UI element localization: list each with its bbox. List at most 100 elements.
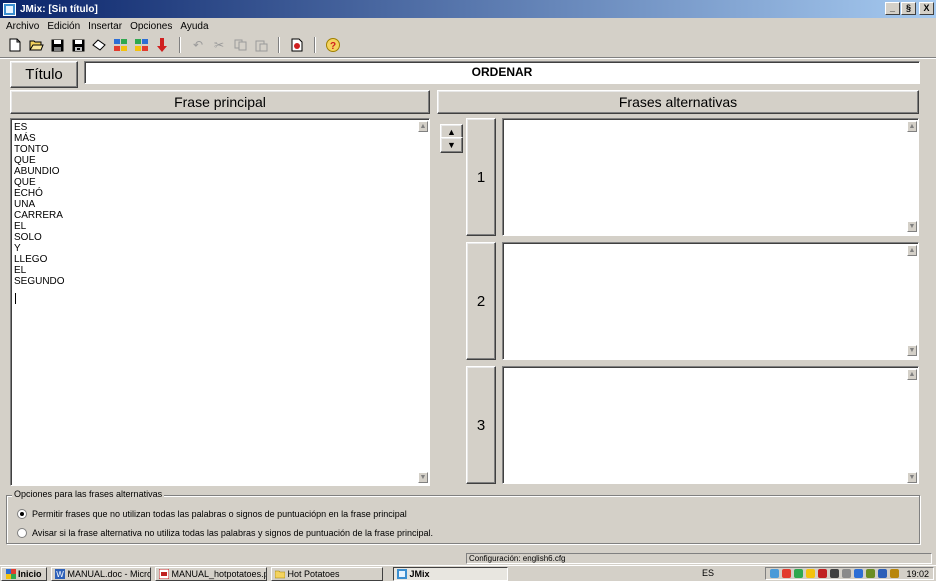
main-sentence-line: ECHÓ (14, 188, 43, 199)
toolbar: ↶ ✂ ? (0, 34, 936, 56)
toolbar-divider (0, 57, 936, 59)
main-sentence-line: QUE (14, 155, 36, 166)
taskbar-item-word[interactable]: W MANUAL.doc - Microsoft ... (50, 566, 151, 581)
drag-drop-icon[interactable] (153, 36, 171, 54)
main-sentence-header: Frase principal (10, 90, 430, 114)
taskbar-item-label: JMix (409, 568, 430, 579)
main-sentence-line: MÁS (14, 133, 36, 144)
monitor-icon[interactable] (878, 569, 888, 578)
close-button[interactable]: X (919, 2, 934, 15)
undo-icon[interactable]: ↶ (189, 36, 207, 54)
main-sentence-line: ES (14, 122, 28, 133)
bluetooth-icon[interactable] (854, 569, 864, 578)
taskbar-item-jmix[interactable]: JMix (392, 566, 508, 581)
messenger-icon[interactable] (806, 569, 816, 578)
svg-text:W: W (56, 570, 64, 579)
scroll-up-arrow[interactable]: ▲ (907, 369, 917, 380)
radio-button-checked[interactable] (17, 509, 27, 519)
update-icon[interactable] (794, 569, 804, 578)
main-sentence-textarea[interactable]: ES MÁS TONTO QUE ABUNDIO QUE ECHÓ UNA CA… (10, 118, 430, 486)
save-as-icon[interactable] (69, 36, 87, 54)
alternative-1-button[interactable]: 1 (466, 118, 496, 236)
taskbar: Inicio W MANUAL.doc - Microsoft ... MANU… (0, 565, 936, 581)
scroll-up-arrow[interactable]: ▲ (418, 121, 428, 132)
taskbar-item-label: Hot Potatoes (287, 568, 340, 579)
config-icon[interactable] (288, 36, 306, 54)
save-icon[interactable] (48, 36, 66, 54)
taskbar-item-folder[interactable]: Hot Potatoes (270, 566, 383, 581)
main-sentence-line: EL (14, 265, 27, 276)
scroll-down-arrow[interactable]: ▼ (907, 221, 917, 232)
window-title: JMix: [Sin título] (20, 3, 98, 15)
main-sentence-line: QUE (14, 177, 36, 188)
window-title-bar[interactable]: JMix: [Sin título] _ § X (0, 0, 936, 18)
media-icon[interactable] (830, 569, 840, 578)
cut-icon[interactable]: ✂ (210, 36, 228, 54)
scroll-up-arrow[interactable]: ▲ (907, 245, 917, 256)
main-sentence-line: SOLO (14, 232, 42, 243)
option-warn-partial[interactable]: Avisar si la frase alternativa no utiliz… (17, 528, 433, 538)
move-down-button[interactable]: ▼ (440, 137, 463, 153)
alternative-sentences-header: Frases alternativas (437, 90, 919, 114)
scroll-down-arrow[interactable]: ▼ (418, 472, 428, 483)
taskbar-item-label: MANUAL.doc - Microsoft ... (67, 568, 150, 579)
radio-button-unchecked[interactable] (17, 528, 27, 538)
main-sentence-line: CARRERA (14, 210, 63, 221)
start-button[interactable]: Inicio (1, 566, 47, 581)
alternative-2-textarea[interactable] (502, 242, 919, 360)
main-sentence-line: LLEGO (14, 254, 48, 265)
copy-icon[interactable] (231, 36, 249, 54)
menu-insertar[interactable]: Insertar (84, 21, 126, 32)
jmix-icon (396, 568, 407, 579)
network-icon[interactable] (770, 569, 780, 578)
scroll-up-arrow[interactable]: ▲ (907, 121, 917, 132)
alternative-3-textarea[interactable] (502, 366, 919, 484)
usb-icon[interactable] (866, 569, 876, 578)
scroll-down-arrow[interactable]: ▼ (907, 345, 917, 356)
word-icon: W (54, 568, 65, 579)
menu-bar: Archivo Edición Insertar Opciones Ayuda (0, 19, 936, 33)
alternative-2-button[interactable]: 2 (466, 242, 496, 360)
alternative-1-textarea[interactable] (502, 118, 919, 236)
windows-logo-icon (6, 568, 16, 579)
status-config: Configuración: english6.cfg (466, 553, 932, 564)
main-sentence-line: TONTO (14, 144, 49, 155)
tools-icon[interactable] (818, 569, 828, 578)
web-page-dhtml-icon[interactable] (132, 36, 150, 54)
open-icon[interactable] (27, 36, 45, 54)
web-page-icon[interactable] (111, 36, 129, 54)
jmix-app-icon[interactable] (3, 2, 16, 16)
clock[interactable]: 19:02 (906, 569, 929, 579)
taskbar-item-label: MANUAL_hotpotatoes.p... (171, 568, 267, 579)
start-label: Inicio (18, 568, 42, 579)
toolbar-separator (179, 37, 181, 53)
erase-icon[interactable] (90, 36, 108, 54)
language-indicator[interactable]: ES (702, 568, 714, 578)
taskbar-item-pdf[interactable]: MANUAL_hotpotatoes.p... (154, 566, 267, 581)
main-sentence-line: ABUNDIO (14, 166, 60, 177)
title-input[interactable]: ORDENAR (84, 61, 920, 84)
menu-edicion[interactable]: Edición (43, 21, 84, 32)
text-caret (15, 293, 16, 304)
paste-icon[interactable] (252, 36, 270, 54)
maximize-button[interactable]: § (901, 2, 916, 15)
menu-opciones[interactable]: Opciones (126, 21, 176, 32)
menu-archivo[interactable]: Archivo (2, 21, 43, 32)
menu-ayuda[interactable]: Ayuda (176, 21, 212, 32)
new-icon[interactable] (6, 36, 24, 54)
help-icon[interactable]: ? (324, 36, 342, 54)
display-icon[interactable] (842, 569, 852, 578)
options-legend: Opciones para las frases alternativas (12, 489, 165, 499)
antivirus-icon[interactable] (782, 569, 792, 578)
title-button[interactable]: Título (10, 61, 78, 88)
main-sentence-line: SEGUNDO (14, 276, 65, 287)
option-warn-partial-label: Avisar si la frase alternativa no utiliz… (32, 528, 434, 538)
system-tray: 19:02 (765, 567, 934, 580)
svg-text:?: ? (330, 41, 336, 52)
minimize-button[interactable]: _ (885, 2, 900, 15)
volume-icon[interactable] (890, 569, 900, 578)
scroll-down-arrow[interactable]: ▼ (907, 472, 917, 483)
folder-icon (274, 570, 285, 578)
alternative-3-button[interactable]: 3 (466, 366, 496, 484)
option-allow-partial[interactable]: Permitir frases que no utilizan todas la… (17, 509, 407, 519)
